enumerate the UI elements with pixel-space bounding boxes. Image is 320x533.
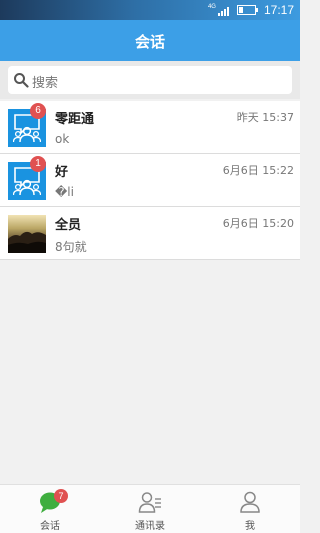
conversation-item[interactable]: 1 好 �li 6月6日 15:22 bbox=[0, 154, 300, 207]
battery-icon bbox=[236, 5, 258, 15]
page-title: 会话 bbox=[134, 33, 165, 51]
tab-unread-badge: 7 bbox=[54, 489, 68, 503]
status-time: 17:17 bbox=[263, 3, 294, 17]
conversation-last-message: �li bbox=[55, 185, 74, 199]
tab-label: 我 bbox=[245, 521, 255, 532]
person-icon bbox=[240, 491, 260, 513]
conversation-name: 全员 bbox=[55, 218, 82, 233]
tab-contacts[interactable]: 通讯录 bbox=[100, 485, 200, 533]
conversation-time: 6月6日 15:22 bbox=[222, 164, 294, 177]
conversation-name: 好 bbox=[55, 165, 69, 180]
conversation-item[interactable]: 6 零距通 ok 昨天 15:37 bbox=[0, 101, 300, 154]
search-placeholder: 搜索 bbox=[32, 76, 59, 91]
conversation-item[interactable]: 全员 8句就 6月6日 15:20 bbox=[0, 207, 300, 260]
tab-label: 通讯录 bbox=[135, 521, 165, 532]
conversation-list: 6 零距通 ok 昨天 15:37 1 好 �li 6月6日 15:22 全员 … bbox=[0, 101, 300, 260]
unread-badge: 6 bbox=[30, 103, 46, 119]
tab-label: 会话 bbox=[40, 521, 60, 532]
conversation-last-message: ok bbox=[55, 132, 70, 146]
title-bar: 会话 bbox=[0, 20, 300, 61]
landscape-photo bbox=[8, 231, 46, 253]
contacts-icon bbox=[138, 492, 161, 513]
conversation-name: 零距通 bbox=[55, 112, 95, 127]
conversation-time: 6月6日 15:20 bbox=[222, 217, 294, 230]
conversation-time: 昨天 15:37 bbox=[236, 111, 294, 124]
tab-me[interactable]: 我 bbox=[200, 485, 300, 533]
status-indicators: 4G 17:17 bbox=[208, 3, 294, 17]
photo-avatar bbox=[8, 215, 46, 253]
search-icon bbox=[14, 73, 29, 88]
signal-icon bbox=[217, 6, 229, 16]
status-bar: 4G 17:17 bbox=[0, 0, 300, 20]
bottom-tab-bar: 7 会话 通讯录 我 bbox=[0, 484, 300, 533]
tab-conversations[interactable]: 7 会话 bbox=[0, 485, 100, 533]
search-input[interactable]: 搜索 bbox=[8, 66, 292, 94]
conversation-last-message: 8句就 bbox=[55, 240, 87, 254]
network-type: 4G bbox=[207, 4, 216, 10]
search-bar: 搜索 bbox=[0, 61, 300, 99]
unread-badge: 1 bbox=[30, 156, 46, 172]
